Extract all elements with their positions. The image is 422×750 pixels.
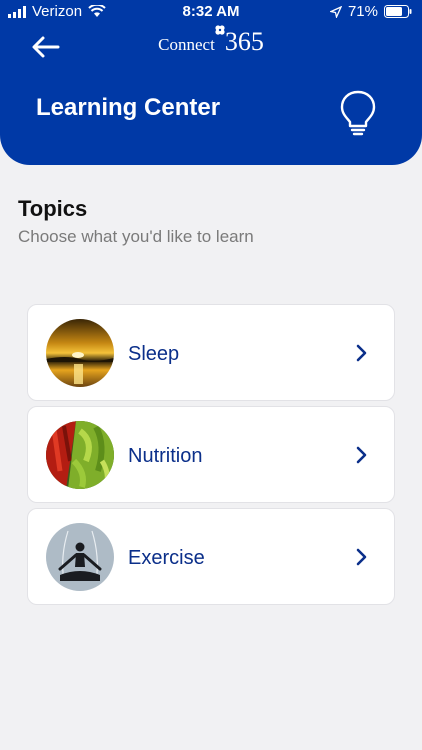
topic-label: Nutrition (128, 445, 203, 467)
battery-icon (384, 5, 412, 18)
chevron-right-icon (356, 344, 367, 362)
learning-center-screen: Verizon 8:32 AM 71% Connect 365 Learning… (0, 0, 422, 750)
vegetables-photo (46, 421, 114, 489)
status-bar: Verizon 8:32 AM 71% (0, 0, 422, 24)
chevron-right-icon (356, 446, 367, 464)
topics-subheading: Choose what you'd like to learn (18, 227, 254, 246)
topic-card-sleep[interactable]: Sleep (27, 304, 395, 401)
page-title: Learning Center (36, 94, 221, 121)
topics-heading: Topics (18, 196, 88, 221)
tips-button[interactable] (337, 88, 379, 138)
topic-card-exercise[interactable]: Exercise (27, 508, 395, 605)
status-right: 71% (329, 3, 412, 20)
topic-label: Sleep (128, 343, 180, 365)
yoga-silhouette-photo (46, 523, 114, 591)
connect365-logo: Connect 365 (0, 24, 422, 57)
topic-label: Exercise (128, 547, 205, 569)
location-arrow-icon (329, 5, 342, 18)
topics-list: Sleep Nutrition Exercise (27, 304, 395, 610)
chevron-right-icon (356, 548, 367, 566)
header: Verizon 8:32 AM 71% Connect 365 Learning… (0, 0, 422, 165)
logo-word: Connect (158, 35, 215, 54)
lightbulb-icon (340, 90, 376, 136)
battery-percent: 71% (347, 3, 378, 20)
sunset-photo (46, 319, 114, 387)
logo-number: 365 (224, 27, 264, 56)
topic-card-nutrition[interactable]: Nutrition (27, 406, 395, 503)
